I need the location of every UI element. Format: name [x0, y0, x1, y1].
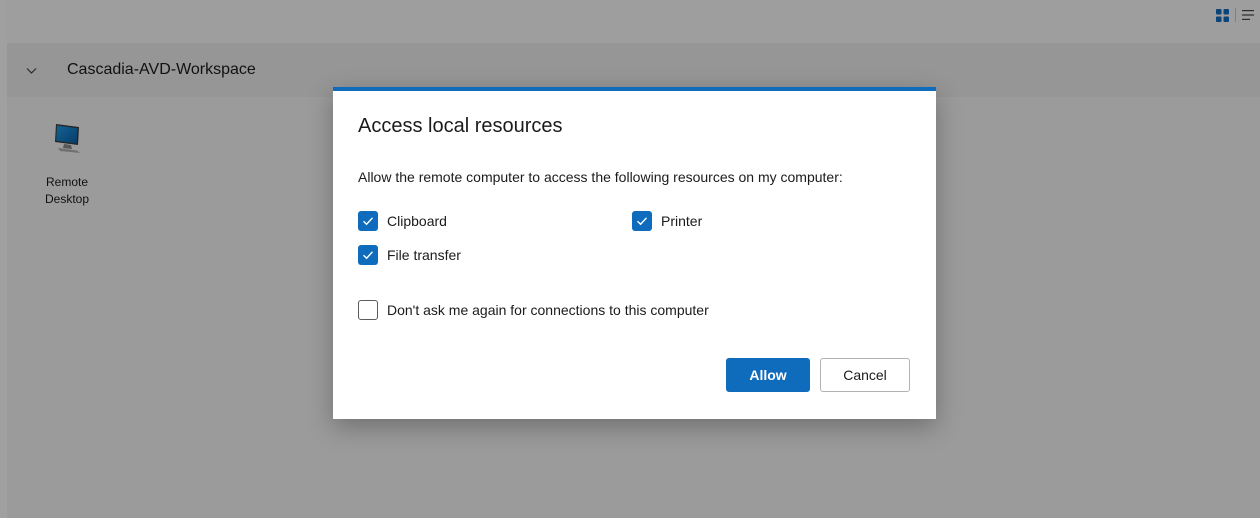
checkmark-icon	[363, 217, 374, 226]
clipboard-checkbox-box[interactable]	[358, 211, 378, 231]
dont-ask-again-checkbox[interactable]: Don't ask me again for connections to th…	[358, 300, 709, 320]
dialog-description: Allow the remote computer to access the …	[358, 169, 843, 185]
printer-label: Printer	[661, 213, 703, 229]
dialog-title: Access local resources	[358, 115, 563, 137]
printer-checkbox[interactable]: Printer	[632, 211, 702, 231]
allow-button[interactable]: Allow	[726, 358, 810, 392]
checkmark-icon	[637, 217, 648, 226]
printer-checkbox-box[interactable]	[632, 211, 652, 231]
dont-ask-again-checkbox-box[interactable]	[358, 300, 378, 320]
dont-ask-again-label: Don't ask me again for connections to th…	[387, 302, 709, 318]
clipboard-label: Clipboard	[387, 213, 447, 229]
file-transfer-checkbox-box[interactable]	[358, 245, 378, 265]
checkmark-icon	[363, 251, 374, 260]
access-local-resources-dialog: Access local resources Allow the remote …	[333, 87, 936, 419]
file-transfer-label: File transfer	[387, 247, 461, 263]
file-transfer-checkbox[interactable]: File transfer	[358, 245, 461, 265]
cancel-button[interactable]: Cancel	[820, 358, 910, 392]
clipboard-checkbox[interactable]: Clipboard	[358, 211, 447, 231]
